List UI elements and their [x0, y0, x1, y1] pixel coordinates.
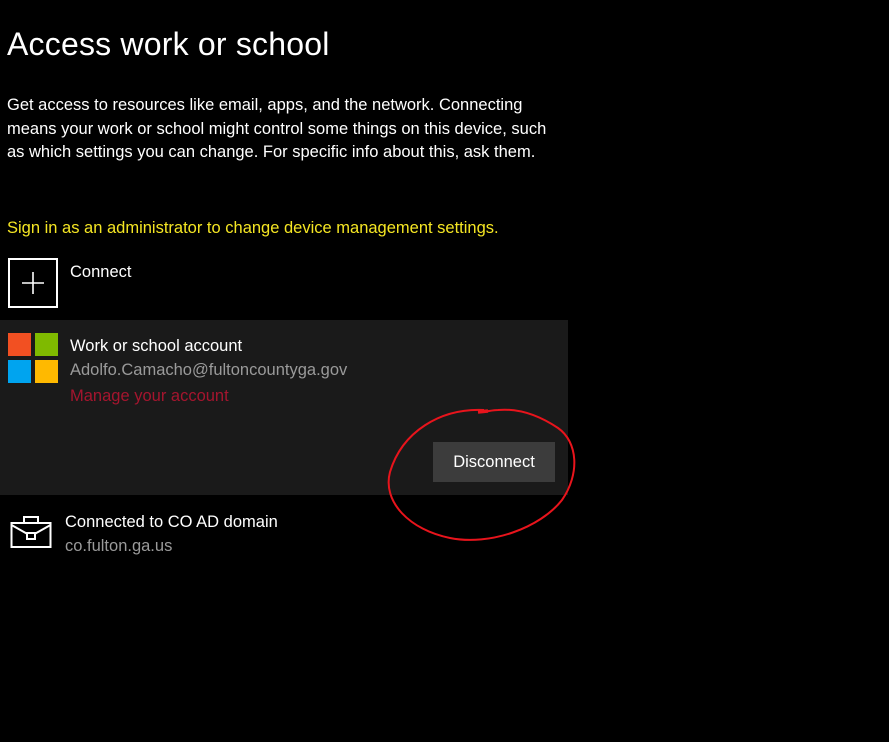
- connect-label: Connect: [70, 263, 132, 281]
- logo-square-blue: [8, 360, 31, 383]
- logo-square-red: [8, 333, 31, 356]
- account-email: Adolfo.Camacho@fultoncountyga.gov: [70, 361, 348, 379]
- work-account-item[interactable]: Work or school account Adolfo.Camacho@fu…: [0, 320, 568, 495]
- account-title: Work or school account: [70, 337, 243, 355]
- connect-button[interactable]: Connect: [8, 258, 308, 308]
- disconnect-button[interactable]: Disconnect: [433, 442, 555, 482]
- plus-icon: [8, 258, 58, 308]
- briefcase-icon: [10, 516, 52, 548]
- domain-connection-item[interactable]: Connected to CO AD domain co.fulton.ga.u…: [8, 508, 408, 564]
- microsoft-logo-icon: [8, 333, 58, 383]
- intro-description: Get access to resources like email, apps…: [7, 96, 547, 161]
- manage-account-link[interactable]: Manage your account: [70, 385, 229, 407]
- domain-name: co.fulton.ga.us: [65, 537, 173, 555]
- logo-square-yellow: [35, 360, 58, 383]
- page-title: Access work or school: [7, 26, 330, 62]
- domain-title: Connected to CO AD domain: [65, 513, 278, 531]
- logo-square-green: [35, 333, 58, 356]
- admin-sign-in-link[interactable]: Sign in as an administrator to change de…: [7, 217, 499, 240]
